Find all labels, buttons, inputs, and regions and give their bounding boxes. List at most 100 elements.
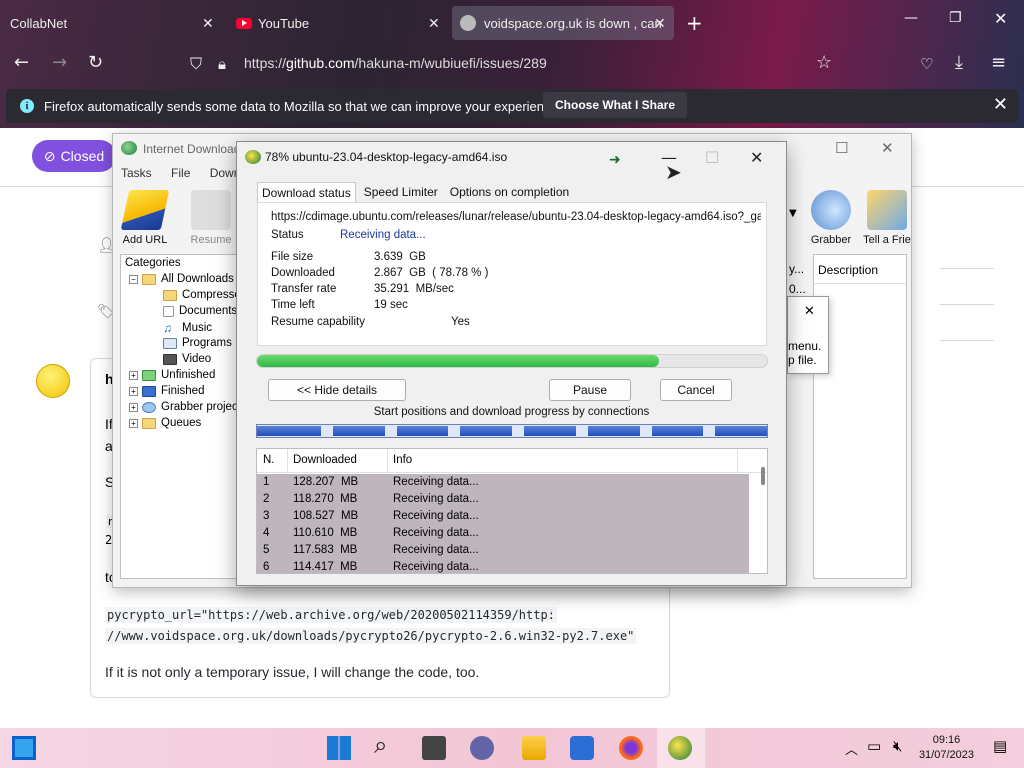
grabber-button[interactable]: Grabber [803,190,859,246]
restore-icon[interactable]: ☐ [835,139,848,157]
chat-icon[interactable] [470,736,494,760]
tooltip-close-icon[interactable]: ✕ [804,303,815,319]
tell-friend-icon [867,190,907,230]
bookmark-star-icon[interactable]: ☆ [816,52,832,73]
video-icon [163,353,177,365]
add-url-button[interactable]: Add URL [117,190,173,246]
tab-speed-limiter[interactable]: Speed Limiter [360,182,442,203]
new-tab-icon[interactable]: + [686,11,703,35]
youtube-icon [236,17,252,29]
lock-icon[interactable]: 🔒︎ [218,55,226,73]
progress-fill [257,355,659,367]
tell-friend-button[interactable]: Tell a Frie [861,190,913,246]
tree-item-video[interactable]: Video [163,353,211,365]
folder-icon [142,273,156,285]
tree-item-grabber-projects[interactable]: + Grabber projec [129,401,238,413]
scrollbar-thumb[interactable] [761,467,765,485]
close-window-icon[interactable]: ✕ [994,9,1007,28]
connection-segment [587,426,640,436]
cell-info: Receiving data... [393,561,479,573]
chevron-up-icon[interactable]: ︿ [845,739,858,758]
column-header-description: Description [818,263,879,277]
cell-downloaded: 114.417 MB [293,561,358,573]
choose-share-button[interactable]: Choose What I Share [543,92,688,118]
expand-icon[interactable]: + [129,370,138,380]
tab-close-icon[interactable]: ✕ [428,15,440,32]
clock[interactable]: 09:16 31/07/2023 [919,733,974,763]
tab-options-completion[interactable]: Options on completion [446,182,573,203]
cancel-button[interactable]: Cancel [660,379,732,401]
forward-icon[interactable]: → [52,52,67,73]
file-explorer-icon[interactable] [522,736,546,760]
cell-downloaded: 110.610 MB [293,527,358,539]
tree-item-programs[interactable]: Programs [163,337,232,349]
column-header-downloaded: Downloaded [293,454,357,466]
menu-file[interactable]: File [171,166,190,180]
tree-item-finished[interactable]: + Finished [129,385,204,397]
idm-taskbar-icon[interactable] [668,736,692,760]
minimize-icon[interactable]: — [904,10,918,26]
tab-close-icon[interactable]: ✕ [654,15,666,32]
search-icon[interactable]: ⌕ [374,731,398,759]
tab-voidspace[interactable]: voidspace.org.uk is down , cann ✕ [452,6,674,40]
chevron-down-icon[interactable]: ▼ [789,208,797,219]
tree-item-music[interactable]: ♫ Music [163,321,212,335]
cell-n: 6 [263,561,270,573]
notification-close-icon[interactable]: ✕ [993,94,1008,115]
transfer-rate-label: Transfer rate [271,283,337,295]
expand-icon[interactable]: + [129,386,138,396]
categories-pane: Categories − All Downloads Compresse Docu… [120,254,241,579]
tab-download-status[interactable]: Download status [257,182,356,203]
task-view-icon[interactable] [422,736,446,760]
tree-item-all-downloads[interactable]: − All Downloads [129,273,234,285]
hide-details-button[interactable]: << Hide details [268,379,406,401]
idm-logo-icon [121,141,137,155]
table-row[interactable]: 6 114.417 MB Receiving data... [257,559,749,573]
restore-icon[interactable]: ❐ [949,10,962,26]
tree-item-compressed[interactable]: Compresse [163,289,241,301]
downloads-icon[interactable]: ⤓ [955,52,963,73]
cell-info: Receiving data... [393,476,479,488]
network-icon[interactable]: ▭ [867,737,881,755]
check-circle-icon: ⊘ [43,147,56,164]
cell-downloaded: 108.527 MB [293,510,359,522]
speaker-muted-icon[interactable]: 🔇︎ [893,737,902,755]
pocket-icon[interactable]: ♡ [920,55,933,73]
url-bar[interactable]: https://github.com/hakuna-m/wubiuefi/iss… [244,55,547,71]
firefox-icon[interactable] [619,736,643,760]
connection-segment [332,426,385,436]
menu-tasks[interactable]: Tasks [121,166,152,180]
back-icon[interactable]: ← [14,52,29,73]
menu-icon[interactable]: ≡ [991,52,1006,73]
collapse-icon[interactable]: − [129,274,138,284]
expand-icon[interactable]: + [129,418,138,428]
table-row[interactable]: 1 128.207 MB Receiving data... [257,474,749,491]
table-row[interactable]: 3 108.527 MB Receiving data... [257,508,749,525]
tree-item-documents[interactable]: Documents [163,305,237,317]
pause-button[interactable]: Pause [549,379,631,401]
resume-label: Resume [190,234,232,246]
notifications-icon[interactable]: ▤ [993,737,1007,755]
shield-icon[interactable]: ⛉ [190,54,202,74]
close-icon[interactable]: ✕ [881,139,894,157]
start-icon[interactable] [327,736,351,760]
cell-info: Receiving data... [393,493,479,505]
tab-youtube[interactable]: YouTube ✕ [236,6,446,40]
tree-label: Finished [161,385,205,397]
status-label: Status [271,229,304,241]
close-icon[interactable]: ✕ [750,148,763,167]
store-icon[interactable] [570,736,594,760]
tab-collabnet[interactable]: CollabNet ✕ [10,6,220,40]
tab-close-icon[interactable]: ✕ [202,15,214,32]
tree-item-unfinished[interactable]: + Unfinished [129,369,215,381]
widgets-icon[interactable] [12,736,36,760]
table-row[interactable]: 5 117.583 MB Receiving data... [257,542,749,559]
table-row[interactable]: 2 118.270 MB Receiving data... [257,491,749,508]
cell-downloaded: 118.270 MB [293,493,358,505]
resume-button[interactable]: Resume [183,190,239,246]
divider [814,283,906,284]
reload-icon[interactable]: ↻ [88,52,103,73]
expand-icon[interactable]: + [129,402,138,412]
table-row[interactable]: 4 110.610 MB Receiving data... [257,525,749,542]
tree-item-queues[interactable]: + Queues [129,417,201,429]
